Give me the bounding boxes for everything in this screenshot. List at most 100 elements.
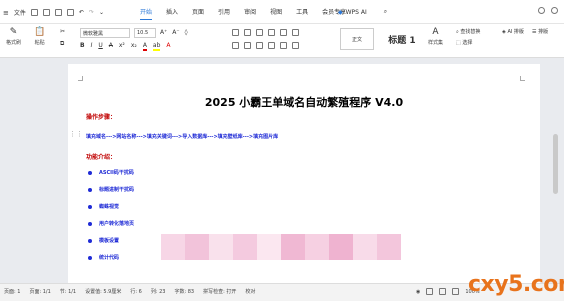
char-shading-icon[interactable]: A [166, 42, 170, 51]
line-spacing-icon[interactable] [280, 42, 287, 49]
format-painter-label: 格式刷 [6, 40, 22, 46]
tab-insert[interactable]: 插入 [166, 8, 178, 20]
list-item: 模板设置 [88, 237, 119, 244]
paragraph-row-top [232, 29, 299, 36]
search-icon[interactable]: ⌕ [384, 8, 387, 16]
align-left-icon[interactable] [232, 42, 239, 49]
subscript-icon[interactable]: x₂ [131, 42, 137, 51]
style-set-group[interactable]: A 样式集 [428, 27, 443, 46]
justify-icon[interactable] [268, 42, 275, 49]
wps-ai-button[interactable]: ◆ WPS AI ⌕ [338, 8, 387, 16]
status-page[interactable]: 页面: 1 [4, 288, 20, 295]
align-right-icon[interactable] [256, 42, 263, 49]
font-color-icon[interactable]: A [142, 42, 147, 51]
ai-layout-button[interactable]: ◈ AI 排版 [502, 28, 524, 35]
status-position[interactable]: 设置值: 5.9厘米 [85, 288, 121, 295]
bullet-icon [88, 170, 92, 175]
status-spell[interactable]: 拼写检查: 打开 [203, 288, 236, 295]
save-icon[interactable] [30, 9, 38, 16]
ribbon-toolbar: ✎ 格式刷 📋 粘贴 ✂ ⧉ 微软雅黑 10.5 A⁺ A⁻ ◊ B I U A… [0, 24, 564, 58]
steps-text: 填充域名--->网站名称--->填充关键词--->导入数据库--->填充壁纸库-… [86, 134, 279, 140]
wps-ai-icon: ◆ [338, 8, 343, 16]
font-size-buttons: A⁺ A⁻ ◊ [160, 29, 188, 36]
shrink-font-icon[interactable]: A⁻ [172, 29, 179, 36]
window-actions [538, 7, 558, 14]
select-label: 选择 [462, 40, 473, 46]
paste-group[interactable]: 📋 粘贴 [34, 27, 45, 46]
vertical-scrollbar[interactable] [553, 134, 558, 194]
style-set-icon: A [432, 27, 439, 37]
redacted-block [185, 234, 209, 260]
bold-icon[interactable]: B [80, 42, 85, 51]
find-replace-button[interactable]: ⌕ 查找替换 [456, 28, 480, 35]
undo-icon[interactable]: ↶ [79, 9, 84, 16]
font-size-select[interactable]: 10.5 [134, 28, 156, 38]
italic-icon[interactable]: I [91, 42, 93, 51]
select-button[interactable]: ⬚ 选择 [456, 39, 480, 46]
export-icon[interactable] [54, 9, 62, 16]
web-view-icon[interactable] [452, 288, 460, 295]
document-title: 2025 小霸王单域名自动繁殖程序 V4.0 [204, 96, 404, 109]
bullet-icon [88, 238, 92, 243]
format-row: B I U A x² x₂ A ab A [80, 42, 171, 51]
format-painter-group[interactable]: ✎ 格式刷 [6, 27, 21, 46]
menu-icon[interactable]: ≡ [3, 9, 9, 17]
page-view-icon[interactable] [426, 288, 434, 295]
superscript-icon[interactable]: x² [119, 42, 125, 51]
cloud-icon[interactable] [538, 7, 545, 14]
status-col[interactable]: 列: 23 [151, 288, 166, 295]
share-icon[interactable] [551, 7, 558, 14]
style-set-label: 样式集 [428, 40, 444, 46]
print-icon[interactable] [42, 9, 50, 16]
tab-home[interactable]: 开始 [140, 8, 153, 20]
numbering-icon[interactable] [244, 29, 251, 36]
borders-icon[interactable] [292, 42, 299, 49]
paste-label: 粘贴 [34, 40, 45, 46]
feature-label: 统计代码 [99, 255, 120, 261]
outline-view-icon[interactable] [439, 288, 447, 295]
redo-icon[interactable]: ↷ [89, 9, 94, 16]
increase-indent-icon[interactable] [268, 29, 275, 36]
bullet-icon [88, 255, 92, 260]
copy-icon[interactable]: ⧉ [60, 40, 65, 48]
list-item: ASCII码干扰码 [88, 169, 134, 176]
tab-page[interactable]: 页面 [192, 8, 204, 20]
decrease-indent-icon[interactable] [256, 29, 263, 36]
underline-icon[interactable]: U [98, 42, 102, 51]
arrange-button[interactable]: ☰ 排版 [532, 28, 548, 35]
preview-icon[interactable] [66, 9, 74, 16]
bullet-icon [88, 204, 92, 209]
margin-marker-top-right [520, 76, 525, 81]
document-page[interactable]: 2025 小霸王单域名自动繁殖程序 V4.0 操作步骤： 填充域名--->网站名… [68, 64, 540, 283]
edit-tools: ⌕ 查找替换 ⬚ 选择 [456, 28, 480, 46]
status-section[interactable]: 节: 1/1 [60, 288, 76, 295]
menu-bar: ≡ 文件 ↶ ↷ ⌄ 开始 插入 页面 引用 审阅 视图 工具 会员专享 ◆ W… [0, 0, 564, 24]
list-item: 标题进制干扰码 [88, 186, 134, 193]
sort-icon[interactable] [280, 29, 287, 36]
style-heading-1[interactable]: 标题 1 [378, 28, 426, 50]
cut-icon[interactable]: ✂ [60, 28, 65, 35]
file-menu[interactable]: 文件 [14, 8, 26, 17]
tab-review[interactable]: 审阅 [244, 8, 256, 20]
font-family-select[interactable]: 微软雅黑 [80, 28, 130, 38]
status-pages[interactable]: 页面: 1/1 [29, 288, 50, 295]
tab-tools[interactable]: 工具 [296, 8, 308, 20]
more-icon[interactable]: ⌄ [99, 9, 104, 16]
tab-view[interactable]: 视图 [270, 8, 282, 20]
ai-tools: ◈ AI 排版 [502, 28, 524, 35]
status-proof[interactable]: 校对 [245, 288, 255, 295]
status-row[interactable]: 行: 6 [130, 288, 141, 295]
strikethrough-icon[interactable]: A [109, 42, 113, 51]
grow-font-icon[interactable]: A⁺ [160, 29, 167, 36]
tab-reference[interactable]: 引用 [218, 8, 230, 20]
clear-format-icon[interactable]: ◊ [185, 29, 188, 36]
bullets-icon[interactable] [232, 29, 239, 36]
highlight-icon[interactable]: ab [152, 42, 161, 51]
drag-handle-icon[interactable]: ⋮⋮ [69, 130, 83, 138]
align-center-icon[interactable] [244, 42, 251, 49]
document-canvas: 2025 小霸王单域名自动繁殖程序 V4.0 操作步骤： 填充域名--->网站名… [0, 58, 564, 283]
eye-icon[interactable]: ◉ [416, 289, 420, 295]
show-marks-icon[interactable] [292, 29, 299, 36]
style-normal[interactable]: 正文 [340, 28, 374, 50]
status-words[interactable]: 字数: 83 [174, 288, 194, 295]
